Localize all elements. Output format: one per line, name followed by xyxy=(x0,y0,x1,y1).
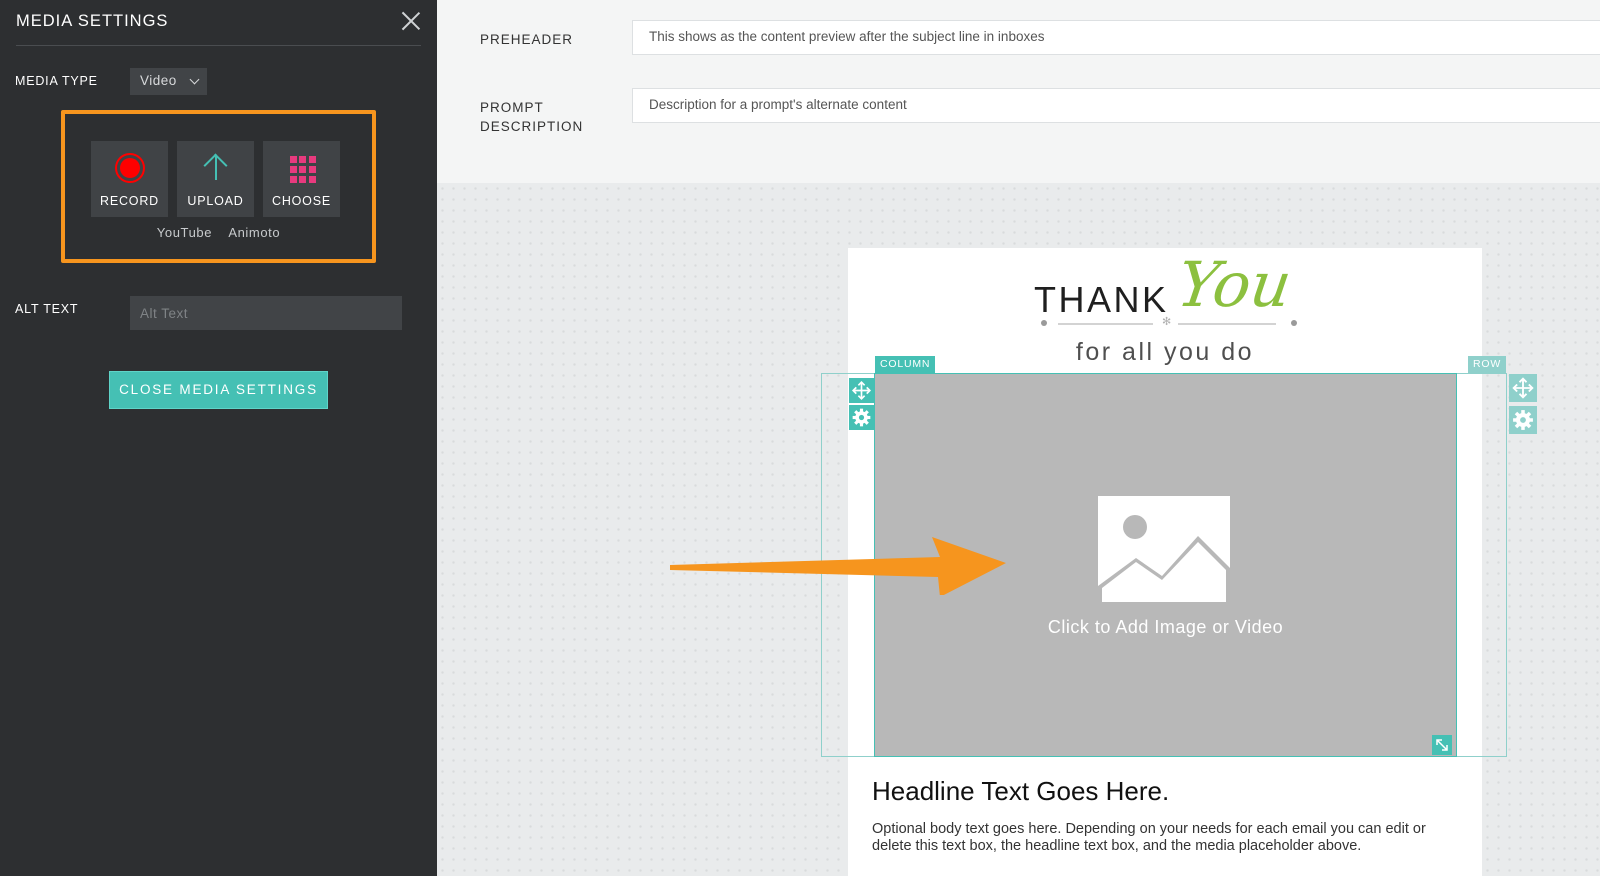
row-move-icon[interactable] xyxy=(1509,374,1537,402)
column-settings-gear-icon[interactable] xyxy=(849,405,874,430)
preheader-label: PREHEADER xyxy=(480,32,574,47)
add-media-prompt[interactable]: Click to Add Image or Video xyxy=(874,617,1457,638)
animoto-link[interactable]: Animoto xyxy=(228,225,280,240)
alt-text-input[interactable] xyxy=(130,296,402,330)
chevron-down-icon xyxy=(189,74,200,85)
resize-handle-icon[interactable] xyxy=(1432,735,1452,755)
close-icon[interactable] xyxy=(401,11,421,31)
headline-text[interactable]: Headline Text Goes Here. xyxy=(872,776,1169,807)
record-icon xyxy=(114,153,145,183)
choose-label: CHOOSE xyxy=(272,194,331,208)
email-header-fields: PREHEADER This shows as the content prev… xyxy=(437,0,1600,183)
banner-dot xyxy=(1041,320,1047,326)
upload-button[interactable]: UPLOAD xyxy=(177,141,254,217)
grid-icon xyxy=(287,153,317,183)
close-media-settings-button[interactable]: CLOSE MEDIA SETTINGS xyxy=(109,371,328,409)
prompt-description-input[interactable]: Description for a prompt's alternate con… xyxy=(632,88,1600,123)
upload-arrow-icon xyxy=(201,153,231,183)
record-label: RECORD xyxy=(100,194,159,208)
banner-subtitle: for all you do xyxy=(1075,338,1255,366)
panel-title: MEDIA SETTINGS xyxy=(16,12,169,30)
prompt-description-label: PROMPT DESCRIPTION xyxy=(480,98,583,136)
media-type-value: Video xyxy=(140,73,177,88)
prompt-label-line1: PROMPT xyxy=(480,100,544,115)
choose-button[interactable]: CHOOSE xyxy=(263,141,340,217)
row-settings-gear-icon[interactable] xyxy=(1509,406,1537,434)
image-placeholder-icon xyxy=(1098,496,1230,602)
banner-star-icon: ✻ xyxy=(1162,316,1172,328)
divider xyxy=(16,45,421,46)
media-type-label: MEDIA TYPE xyxy=(15,74,98,88)
banner-dot xyxy=(1291,320,1297,326)
prompt-label-line2: DESCRIPTION xyxy=(480,119,584,134)
media-type-select[interactable]: Video xyxy=(130,68,207,95)
body-text[interactable]: Optional body text goes here. Depending … xyxy=(872,821,1452,854)
banner-rule-right xyxy=(1178,323,1276,325)
column-move-icon[interactable] xyxy=(849,378,874,403)
annotation-arrow-icon xyxy=(670,537,1006,595)
row-tag: ROW xyxy=(1468,356,1507,373)
alt-text-label: ALT TEXT xyxy=(15,302,79,316)
youtube-link[interactable]: YouTube xyxy=(157,225,212,240)
media-settings-panel: MEDIA SETTINGS MEDIA TYPE Video RECORD U… xyxy=(0,0,437,876)
media-source-box: RECORD UPLOAD CHOOSE YouTube Animoto xyxy=(61,110,376,263)
upload-label: UPLOAD xyxy=(187,194,244,208)
preheader-input[interactable]: This shows as the content preview after … xyxy=(632,20,1600,55)
banner-you-text: You xyxy=(1172,248,1296,321)
banner-thank-text: THANK xyxy=(1034,279,1169,320)
media-links: YouTube Animoto xyxy=(65,225,372,240)
column-tag: COLUMN xyxy=(875,356,936,373)
record-button[interactable]: RECORD xyxy=(91,141,168,217)
banner-rule-left xyxy=(1058,323,1153,325)
